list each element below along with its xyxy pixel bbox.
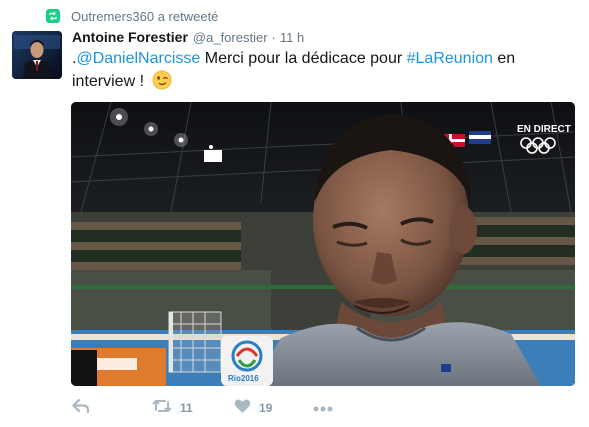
reply-button[interactable] bbox=[72, 398, 90, 418]
avatar[interactable] bbox=[12, 31, 62, 79]
mic-flag-label: Rio2016 bbox=[228, 374, 259, 383]
heart-icon bbox=[234, 398, 251, 419]
author-handle[interactable]: @a_forestier bbox=[193, 30, 268, 45]
retweet-count: 11 bbox=[180, 401, 193, 415]
retweet-button[interactable]: 11 bbox=[152, 398, 193, 418]
retweet-icon bbox=[152, 398, 172, 419]
live-overlay-label: EN DIRECT bbox=[517, 124, 571, 135]
like-count: 19 bbox=[259, 401, 273, 415]
retweet-context: Outremers360 a retweeté bbox=[46, 7, 218, 25]
retweet-badge-icon bbox=[46, 9, 60, 23]
like-button[interactable]: 19 bbox=[234, 398, 272, 418]
tweet-timestamp[interactable]: 11 h bbox=[280, 30, 304, 45]
tweet-header: Antoine Forestier @a_forestier · 11 h bbox=[72, 29, 304, 47]
text-middle: Merci pour la dédicace pour bbox=[200, 50, 407, 67]
retweet-by-link[interactable]: Outremers360 a retweeté bbox=[71, 9, 218, 24]
tweet-text: .@DanielNarcisse Merci pour la dédicace … bbox=[72, 47, 552, 93]
more-button[interactable] bbox=[313, 398, 333, 418]
separator: · bbox=[271, 30, 276, 45]
author-name[interactable]: Antoine Forestier bbox=[72, 29, 188, 45]
reply-icon bbox=[72, 398, 90, 419]
winking-face-emoji-icon bbox=[152, 70, 172, 90]
more-icon bbox=[313, 399, 333, 417]
tweet-actions: 11 19 bbox=[72, 398, 362, 418]
tweet-media[interactable]: EN DIRECT Rio2016 bbox=[71, 102, 575, 386]
mention-link[interactable]: @DanielNarcisse bbox=[76, 50, 200, 67]
hashtag-link[interactable]: #LaReunion bbox=[407, 50, 493, 67]
